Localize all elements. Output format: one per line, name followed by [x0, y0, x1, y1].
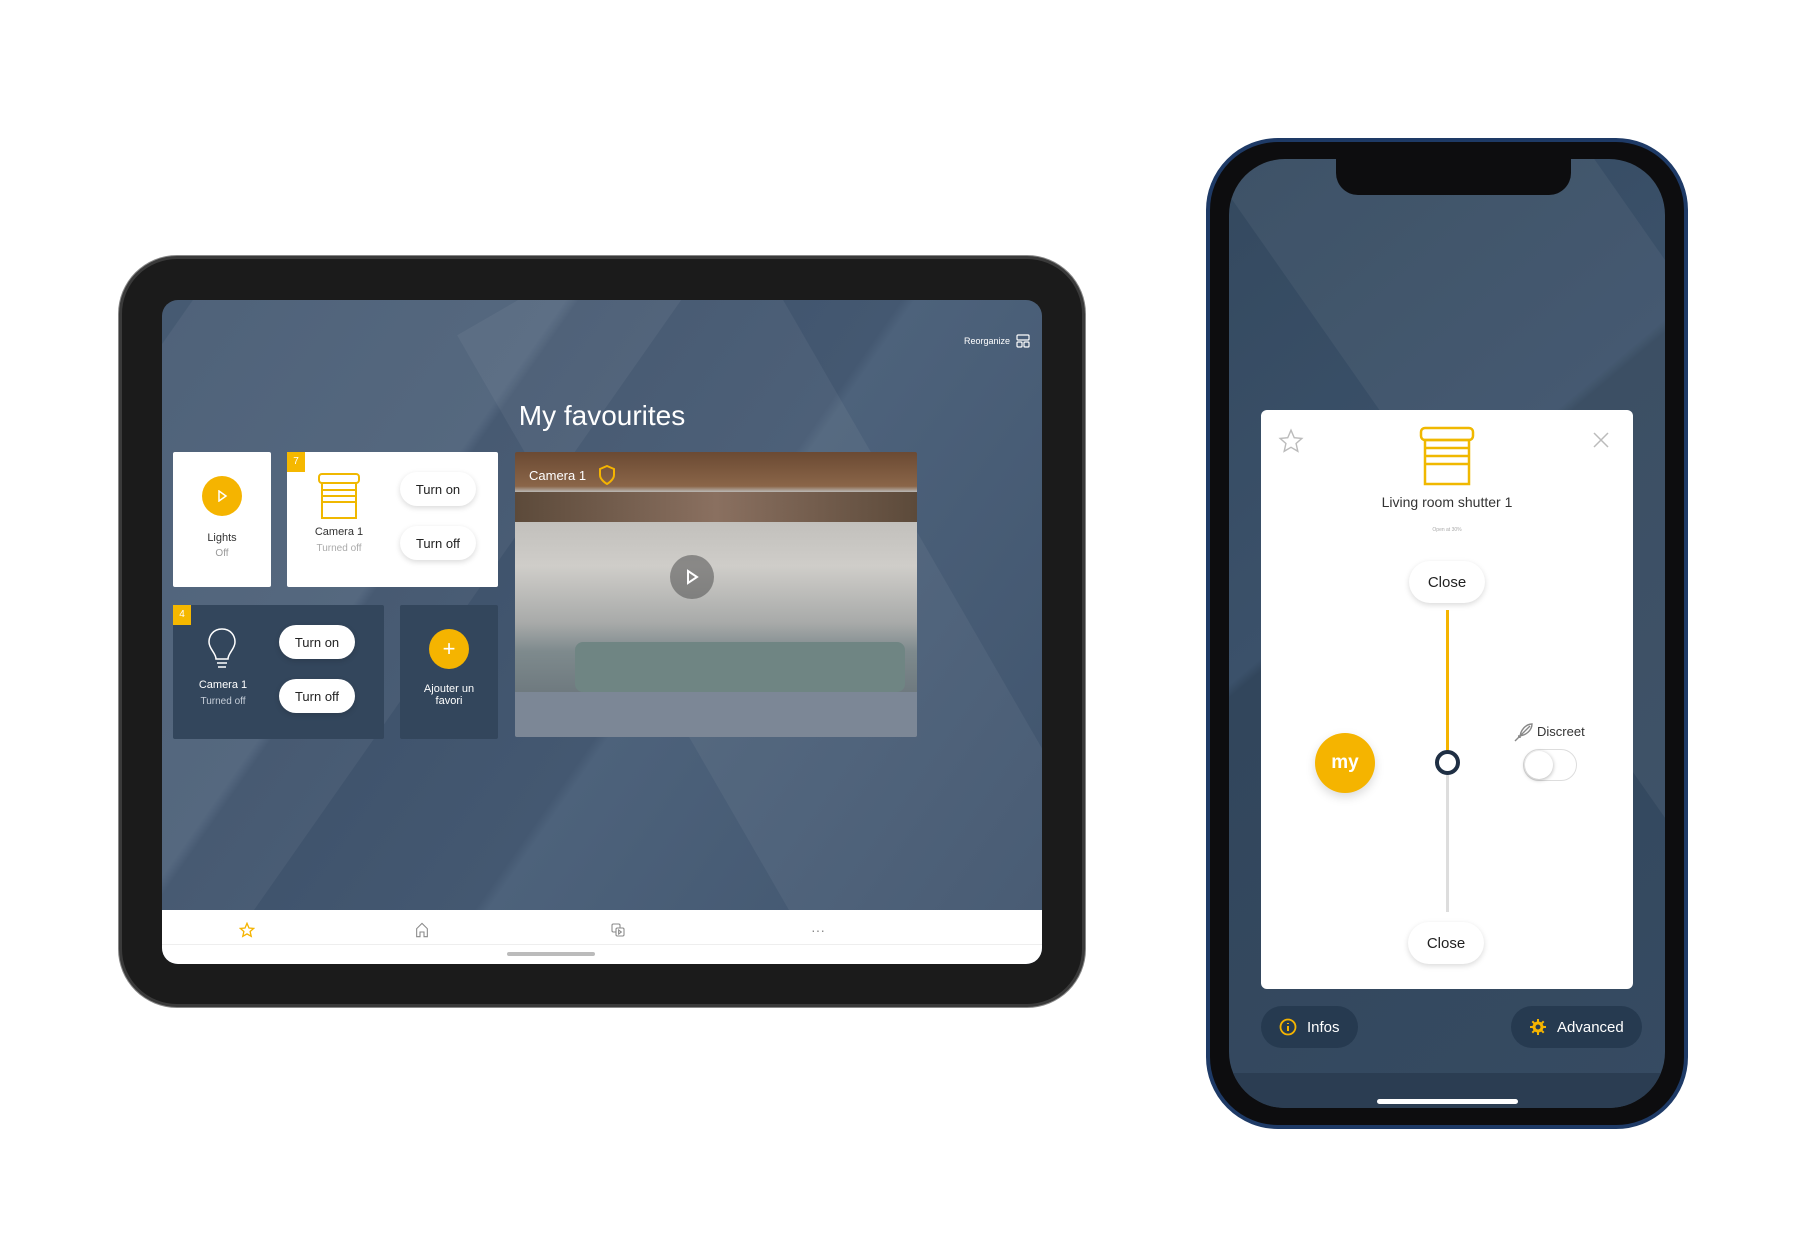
close-bottom-button[interactable]: Close	[1408, 922, 1484, 964]
close-top-button[interactable]: Close	[1409, 561, 1485, 603]
add-favourite-label: Ajouter un favori	[423, 683, 475, 707]
phone-screen: Living room shutter 1 Open at 30% Close …	[1229, 159, 1665, 1108]
shutter-control-card: Living room shutter 1 Open at 30% Close …	[1261, 410, 1633, 989]
info-icon	[1279, 1018, 1297, 1036]
infos-label: Infos	[1307, 1018, 1340, 1036]
position-slider-fill	[1446, 610, 1449, 763]
lights-card[interactable]: Lights Off	[173, 452, 271, 587]
shutter-name: Camera 1	[314, 526, 364, 538]
toggle-knob	[1525, 751, 1553, 779]
play-icon[interactable]	[202, 476, 242, 516]
play-icon[interactable]	[670, 555, 714, 599]
turn-off-button[interactable]: Turn off	[400, 526, 476, 560]
scenarios-icon	[611, 923, 625, 937]
plus-icon[interactable]: +	[429, 629, 469, 669]
count-badge: 7	[287, 452, 305, 472]
home-indicator	[1377, 1099, 1518, 1104]
bulb-status: Turned off	[200, 696, 246, 707]
add-favourite-card[interactable]: + Ajouter un favori	[400, 605, 498, 739]
camera-name: Camera 1	[529, 468, 587, 483]
turn-on-button[interactable]: Turn on	[279, 625, 355, 659]
lights-name: Lights	[207, 532, 237, 544]
turn-off-button[interactable]: Turn off	[279, 679, 355, 713]
camera-card[interactable]: Camera 1	[515, 452, 917, 737]
bulb-name: Camera 1	[198, 679, 248, 691]
tab-home[interactable]	[402, 918, 442, 942]
turn-on-button[interactable]: Turn on	[400, 472, 476, 506]
notch	[1336, 159, 1571, 195]
shield-icon	[599, 465, 615, 485]
advanced-button[interactable]: Advanced	[1511, 1006, 1642, 1048]
reorganize-label: Reorganize	[963, 336, 1010, 346]
lightbulb-icon	[208, 628, 236, 668]
tab-scenarios[interactable]	[598, 918, 638, 942]
lights-status: Off	[215, 548, 229, 559]
gear-icon	[1530, 1019, 1546, 1035]
count-badge: 4	[173, 605, 191, 625]
reorganize-button[interactable]: Reorganize	[964, 334, 1030, 348]
discreet-toggle[interactable]	[1523, 749, 1577, 781]
device-name: Living room shutter 1	[1381, 494, 1513, 510]
page-title: My favourites	[518, 400, 686, 431]
position-slider-track[interactable]	[1435, 610, 1460, 912]
more-icon[interactable]: ···	[798, 918, 838, 942]
shutter-icon	[1419, 426, 1475, 486]
shutter-icon	[318, 473, 360, 519]
tab-favourites[interactable]	[227, 918, 267, 942]
feather-icon	[1514, 723, 1533, 742]
star-icon	[239, 922, 255, 938]
close-icon[interactable]	[1591, 430, 1611, 450]
discreet-label: Discreet	[1537, 724, 1585, 739]
star-icon[interactable]	[1278, 428, 1304, 454]
home-icon	[416, 922, 428, 938]
tablet-screen: Reorganize My favourites Lights Off 7 Ca…	[162, 300, 1042, 964]
bulb-card[interactable]: 4 Camera 1 Turned off Turn on Turn off	[173, 605, 384, 739]
shutter-card[interactable]: 7 Camera 1 Turned off Turn on Turn off	[287, 452, 498, 587]
layout-icon	[1016, 334, 1030, 348]
advanced-label: Advanced	[1557, 1018, 1624, 1036]
position-slider-handle[interactable]	[1435, 750, 1460, 776]
home-indicator	[507, 952, 595, 956]
device-status: Open at 30%	[1432, 527, 1462, 533]
shutter-status: Turned off	[316, 543, 362, 554]
tab-bar: ···	[162, 910, 1042, 964]
my-position-button[interactable]: my	[1315, 733, 1375, 793]
infos-button[interactable]: Infos	[1261, 1006, 1358, 1048]
